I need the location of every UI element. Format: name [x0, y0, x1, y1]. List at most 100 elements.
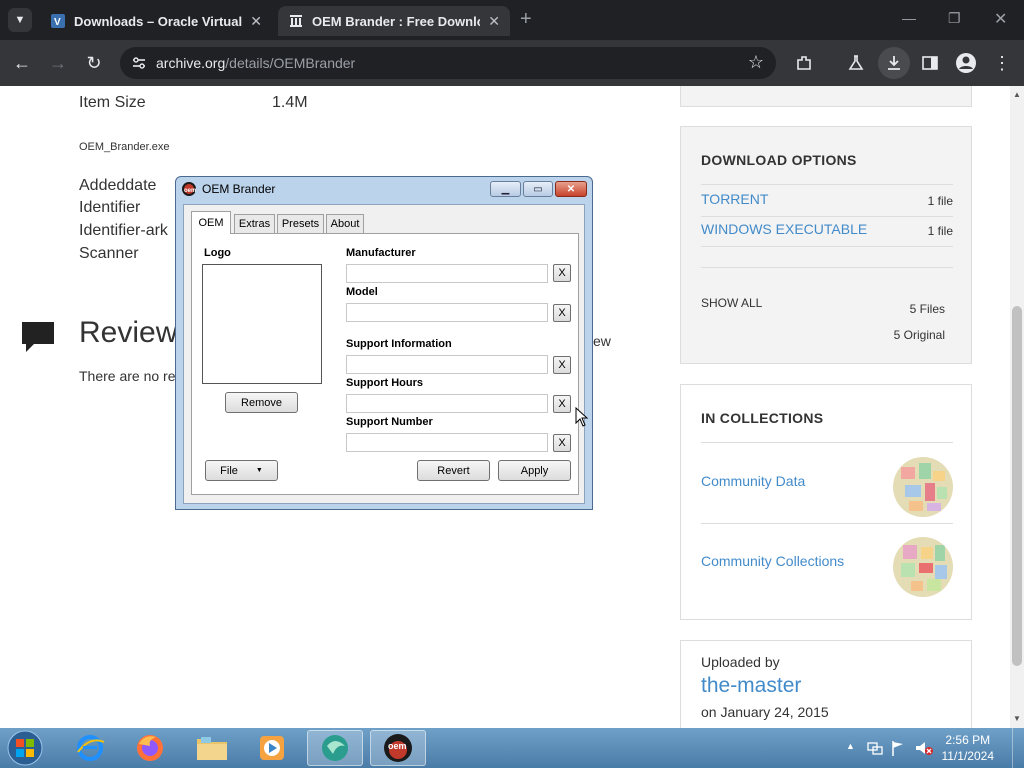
restore-window-icon[interactable]: ❐	[948, 10, 961, 27]
new-tab-button[interactable]: +	[520, 8, 532, 31]
clear-model-button[interactable]: X	[553, 304, 571, 322]
media-player-icon[interactable]	[244, 730, 300, 766]
tab-about[interactable]: About	[326, 214, 364, 233]
support-information-field[interactable]	[346, 355, 548, 374]
dialog-close-button[interactable]: ✕	[555, 181, 587, 197]
tab-oem[interactable]: OEM	[191, 211, 231, 234]
clear-support-number-button[interactable]: X	[553, 434, 571, 452]
reviews-empty-text: There are no re	[79, 368, 176, 384]
file-name: OEM_Brander.exe	[79, 141, 170, 153]
labs-flask-icon[interactable]	[842, 49, 870, 77]
logo-preview-box[interactable]	[202, 264, 322, 384]
clock-date: 11/1/2024	[941, 749, 995, 763]
close-tab-icon[interactable]: ✕	[488, 13, 500, 30]
collection-thumbnail-icon[interactable]	[893, 537, 953, 597]
internet-explorer-icon[interactable]	[62, 730, 118, 766]
collection-thumbnail-icon[interactable]	[893, 457, 953, 517]
clear-support-hours-button[interactable]: X	[553, 395, 571, 413]
download-option-count: 1 file	[927, 194, 953, 208]
meta-label-scanner: Scanner	[79, 245, 139, 262]
model-field[interactable]	[346, 303, 548, 322]
system-clock[interactable]: 2:56 PM 11/1/2024	[942, 732, 995, 764]
apply-button[interactable]: Apply	[498, 460, 571, 481]
uploaded-by-label: Uploaded by	[701, 654, 780, 670]
download-options-heading: DOWNLOAD OPTIONS	[701, 152, 857, 168]
clock-time: 2:56 PM	[945, 733, 991, 747]
extensions-icon[interactable]	[790, 49, 818, 77]
network-icon[interactable]	[866, 739, 884, 762]
downloads-icon[interactable]	[878, 47, 910, 79]
archive-org-icon	[288, 13, 304, 29]
dialog-title: OEM Brander	[202, 182, 276, 196]
reviews-title: Review	[79, 316, 178, 349]
svg-text:oem: oem	[388, 741, 407, 751]
panel-top-fragment	[680, 86, 972, 107]
scrollbar-thumb[interactable]	[1012, 306, 1022, 666]
manufacturer-field[interactable]	[346, 264, 548, 283]
item-size-label: Item Size	[79, 94, 146, 111]
windows-taskbar: oem ▲ 2:56 PM 11/1/2024	[0, 728, 1024, 768]
add-review-link[interactable]: ew	[593, 333, 611, 349]
file-menu-button[interactable]: File ▼	[205, 460, 278, 481]
tab-search-button[interactable]: ▼	[8, 8, 32, 32]
download-option-label[interactable]: WINDOWS EXECUTABLE	[701, 221, 867, 237]
show-all-link[interactable]: SHOW ALL	[701, 296, 762, 310]
meta-label-identifier: Identifier	[79, 199, 141, 216]
profile-avatar-icon[interactable]	[952, 49, 980, 77]
minimize-window-icon[interactable]: —	[902, 10, 916, 26]
taskbar-app-oem-brander[interactable]: oem	[370, 730, 426, 766]
show-hidden-icons-arrow-icon[interactable]: ▲	[846, 741, 855, 751]
reviews-icon	[20, 320, 56, 361]
download-option-label[interactable]: TORRENT	[701, 191, 768, 207]
close-window-icon[interactable]: ✕	[994, 9, 1007, 29]
dialog-maximize-button[interactable]: ▭	[523, 181, 553, 197]
svg-text:oem: oem	[184, 188, 196, 194]
collection-link[interactable]: Community Data	[701, 473, 805, 489]
bookmark-star-icon[interactable]: ☆	[748, 52, 764, 73]
action-center-flag-icon[interactable]	[890, 739, 906, 762]
browser-tab-oem-brander[interactable]: OEM Brander : Free Download ✕	[278, 6, 510, 36]
support-information-label: Support Information	[346, 338, 452, 350]
download-option-row[interactable]: WINDOWS EXECUTABLE 1 file	[701, 215, 953, 247]
collection-item[interactable]: Community Data	[701, 442, 953, 524]
scroll-down-arrow-icon[interactable]: ▼	[1013, 714, 1021, 723]
reload-icon[interactable]: ↻	[80, 49, 108, 77]
support-hours-field[interactable]	[346, 394, 548, 413]
clear-support-information-button[interactable]: X	[553, 356, 571, 374]
browser-toolbar: ← → ↻ archive.org/details/OEMBrander ☆ ⋮	[0, 40, 1024, 86]
side-panel-icon[interactable]	[916, 49, 944, 77]
oem-app-icon: oem	[181, 181, 197, 202]
forward-icon[interactable]: →	[44, 49, 72, 77]
collection-item[interactable]: Community Collections	[701, 523, 953, 603]
site-info-icon[interactable]	[130, 54, 148, 77]
revert-button[interactable]: Revert	[417, 460, 490, 481]
tab-extras[interactable]: Extras	[234, 214, 275, 233]
remove-logo-button[interactable]: Remove	[225, 392, 298, 413]
taskbar-app-virtualbox[interactable]	[307, 730, 363, 766]
support-number-label: Support Number	[346, 416, 433, 428]
firefox-icon[interactable]	[122, 730, 178, 766]
uploader-panel: Uploaded by the-master on January 24, 20…	[680, 640, 972, 728]
collections-heading: IN COLLECTIONS	[701, 410, 824, 426]
download-option-row[interactable]: TORRENT 1 file	[701, 184, 953, 217]
show-desktop-button[interactable]	[1012, 728, 1024, 768]
close-tab-icon[interactable]: ✕	[250, 13, 262, 30]
dialog-minimize-button[interactable]: ▁	[490, 181, 521, 197]
address-bar[interactable]: archive.org/details/OEMBrander ☆	[120, 47, 776, 79]
file-explorer-icon[interactable]	[184, 730, 240, 766]
oem-brander-window: oem OEM Brander ▁ ▭ ✕ OEM Extras Presets…	[175, 176, 593, 510]
uploader-link[interactable]: the-master	[701, 674, 801, 698]
browser-tab-virtualbox[interactable]: V Downloads – Oracle VirtualBox ✕	[40, 6, 272, 36]
support-hours-label: Support Hours	[346, 377, 423, 389]
browser-tab-bar: ▼ V Downloads – Oracle VirtualBox ✕ OEM …	[0, 0, 1024, 40]
collection-link[interactable]: Community Collections	[701, 553, 844, 569]
tab-presets[interactable]: Presets	[277, 214, 324, 233]
volume-muted-icon[interactable]	[914, 739, 934, 762]
back-icon[interactable]: ←	[8, 49, 36, 77]
start-button-icon[interactable]	[5, 729, 45, 772]
support-number-field[interactable]	[346, 433, 548, 452]
scroll-up-arrow-icon[interactable]: ▲	[1013, 90, 1021, 99]
clear-manufacturer-button[interactable]: X	[553, 264, 571, 282]
browser-menu-icon[interactable]: ⋮	[988, 49, 1016, 77]
page-scrollbar[interactable]: ▲ ▼	[1010, 86, 1024, 728]
